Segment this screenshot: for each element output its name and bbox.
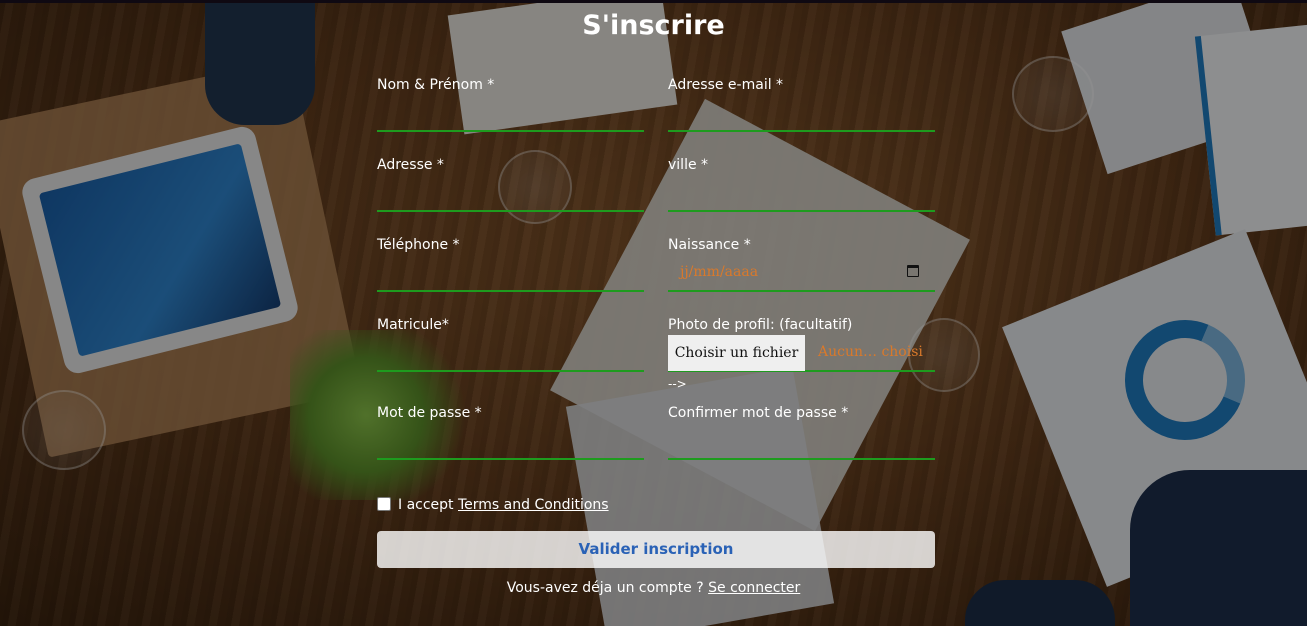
signin-link[interactable]: Se connecter: [708, 580, 800, 596]
birth-date-placeholder: jj/mm/aaaa: [680, 264, 759, 280]
phone-input[interactable]: [377, 268, 644, 292]
stray-text: -->: [668, 377, 687, 391]
page-title: S'inscrire: [582, 10, 725, 41]
matricule-label: Matricule*: [377, 317, 449, 333]
submit-button[interactable]: Valider inscription: [377, 531, 935, 568]
email-label: Adresse e-mail *: [668, 77, 784, 93]
password-label: Mot de passe *: [377, 405, 482, 421]
matricule-input[interactable]: [377, 348, 644, 372]
signin-text: Vous-avez déja un compte ? Se connecter: [0, 580, 1307, 596]
name-input[interactable]: [377, 108, 644, 132]
address-label: Adresse *: [377, 157, 444, 173]
photo-label: Photo de profil: (facultatif): [668, 317, 853, 333]
terms-text: I accept Terms and Conditions: [398, 497, 609, 513]
birth-date-input[interactable]: [668, 290, 935, 292]
email-input[interactable]: [668, 108, 935, 132]
password-input[interactable]: [377, 436, 644, 460]
confirm-password-input[interactable]: [668, 436, 935, 460]
address-input[interactable]: [377, 188, 644, 212]
city-input[interactable]: [668, 188, 935, 212]
signin-prefix: Vous-avez déja un compte ?: [506, 580, 709, 596]
calendar-icon[interactable]: [907, 265, 919, 277]
name-label: Nom & Prénom *: [377, 77, 495, 93]
terms-link[interactable]: Terms and Conditions: [458, 497, 609, 513]
terms-prefix: I accept: [398, 497, 458, 513]
file-status-text: Aucun… choisi: [818, 344, 923, 360]
choose-file-button[interactable]: Choisir un fichier: [668, 335, 805, 371]
phone-label: Téléphone *: [377, 237, 460, 253]
confirm-password-label: Confirmer mot de passe *: [668, 405, 849, 421]
city-label: ville *: [668, 157, 709, 173]
birth-label: Naissance *: [668, 237, 751, 253]
terms-checkbox[interactable]: [377, 497, 391, 511]
